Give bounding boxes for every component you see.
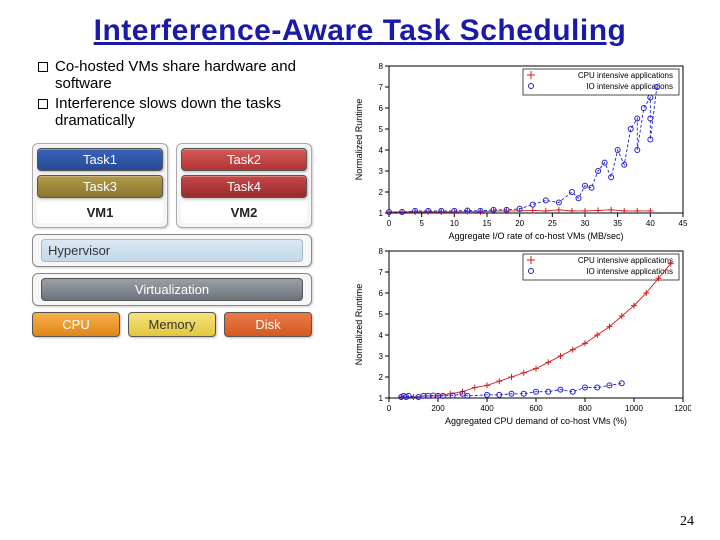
- vm2-column: Task2 Task4 VM2: [176, 143, 312, 228]
- virtualization-layer: Virtualization: [32, 273, 312, 306]
- task-box: Task4: [181, 175, 307, 198]
- svg-text:CPU intensive applications: CPU intensive applications: [578, 71, 673, 80]
- svg-text:400: 400: [480, 404, 494, 413]
- svg-text:1: 1: [379, 209, 384, 218]
- svg-text:4: 4: [379, 146, 384, 155]
- svg-text:8: 8: [379, 62, 384, 71]
- svg-text:6: 6: [379, 104, 384, 113]
- svg-text:8: 8: [379, 247, 384, 256]
- hypervisor-label: Hypervisor: [41, 239, 303, 262]
- task-box: Task3: [37, 175, 163, 198]
- svg-text:3: 3: [379, 352, 384, 361]
- svg-text:40: 40: [646, 219, 655, 228]
- svg-text:30: 30: [581, 219, 590, 228]
- memory-box: Memory: [128, 312, 216, 337]
- svg-text:15: 15: [483, 219, 492, 228]
- svg-text:Normalized Runtime: Normalized Runtime: [354, 284, 364, 366]
- svg-text:5: 5: [419, 219, 424, 228]
- svg-text:1: 1: [379, 394, 384, 403]
- bullet-text: Co-hosted VMs share hardware and softwar…: [55, 58, 345, 93]
- svg-text:2: 2: [379, 188, 384, 197]
- cpu-box: CPU: [32, 312, 120, 337]
- bullet-item: Co-hosted VMs share hardware and softwar…: [38, 58, 345, 93]
- architecture-diagram: Task1 Task3 VM1 Task2 Task4 VM2 Hypervis…: [32, 143, 312, 337]
- svg-text:45: 45: [679, 219, 688, 228]
- vm1-column: Task1 Task3 VM1: [32, 143, 168, 228]
- svg-text:200: 200: [431, 404, 445, 413]
- virtualization-label: Virtualization: [41, 278, 303, 301]
- svg-text:4: 4: [379, 331, 384, 340]
- svg-text:1000: 1000: [625, 404, 643, 413]
- square-bullet-icon: [38, 62, 48, 72]
- svg-text:0: 0: [387, 404, 392, 413]
- page-title: Interference-Aware Task Scheduling: [0, 0, 720, 54]
- svg-text:6: 6: [379, 289, 384, 298]
- svg-text:3: 3: [379, 167, 384, 176]
- svg-text:Normalized Runtime: Normalized Runtime: [354, 99, 364, 181]
- svg-text:5: 5: [379, 125, 384, 134]
- chart-cpu-demand: 0 200 400 600 800 1000 1200 1 2 3 4 5 6 7 8 Aggregated …: [351, 243, 691, 428]
- vm-label: VM2: [181, 202, 307, 223]
- bullet-item: Interference slows down the tasks dramat…: [38, 95, 345, 130]
- page-number: 24: [680, 514, 694, 530]
- svg-text:7: 7: [379, 83, 384, 92]
- task-box: Task2: [181, 148, 307, 171]
- task-box: Task1: [37, 148, 163, 171]
- square-bullet-icon: [38, 99, 48, 109]
- bullet-text: Interference slows down the tasks dramat…: [55, 95, 345, 130]
- svg-text:800: 800: [578, 404, 592, 413]
- svg-text:IO intensive applications: IO intensive applications: [586, 82, 673, 91]
- svg-text:25: 25: [548, 219, 557, 228]
- svg-text:600: 600: [529, 404, 543, 413]
- right-column: 05101520253035404512345678Aggregate I/O …: [351, 58, 690, 428]
- svg-text:1200: 1200: [674, 404, 691, 413]
- svg-text:0: 0: [387, 219, 392, 228]
- svg-text:10: 10: [450, 219, 459, 228]
- bullet-list: Co-hosted VMs share hardware and softwar…: [38, 58, 345, 129]
- svg-text:Aggregate I/O rate of co-host: Aggregate I/O rate of co-host VMs (MB/se…: [448, 231, 623, 241]
- disk-box: Disk: [224, 312, 312, 337]
- hypervisor-layer: Hypervisor: [32, 234, 312, 267]
- svg-text:20: 20: [515, 219, 524, 228]
- left-column: Co-hosted VMs share hardware and softwar…: [38, 58, 345, 428]
- svg-text:35: 35: [613, 219, 622, 228]
- vm-label: VM1: [37, 202, 163, 223]
- svg-text:CPU intensive applications: CPU intensive applications: [578, 256, 673, 265]
- svg-text:5: 5: [379, 310, 384, 319]
- svg-text:Aggregated CPU demand of co-ho: Aggregated CPU demand of co-host VMs (%): [445, 416, 627, 426]
- svg-text:2: 2: [379, 373, 384, 382]
- chart-io-rate: 05101520253035404512345678Aggregate I/O …: [351, 58, 691, 243]
- content-area: Co-hosted VMs share hardware and softwar…: [0, 54, 720, 428]
- hardware-row: CPU Memory Disk: [32, 312, 312, 337]
- svg-text:IO intensive applications: IO intensive applications: [586, 267, 673, 276]
- svg-text:7: 7: [379, 268, 384, 277]
